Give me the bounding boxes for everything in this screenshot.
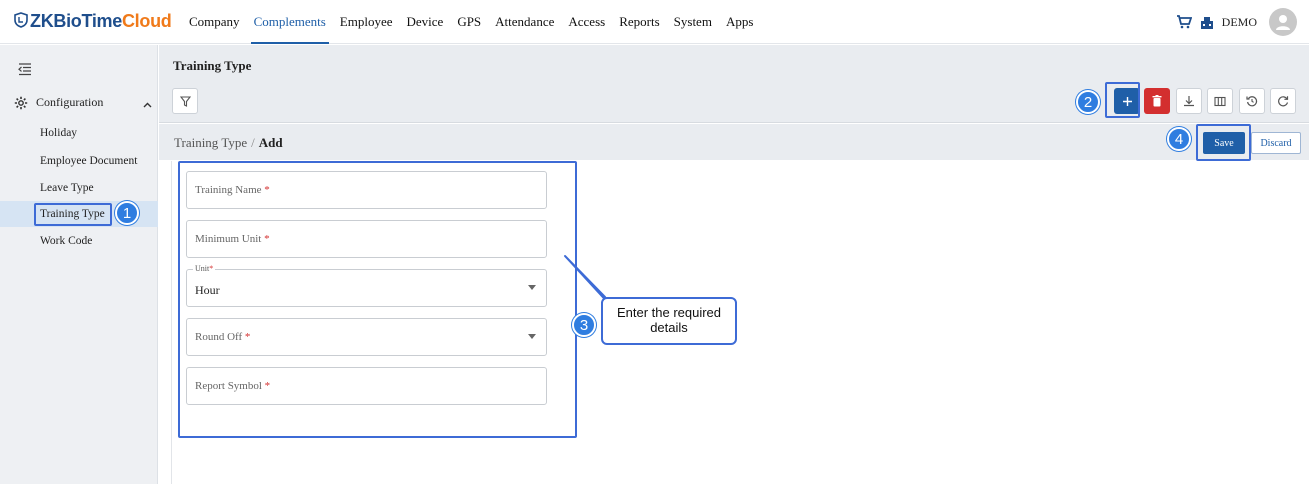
page-title: Training Type [173, 58, 252, 73]
trash-icon [1152, 95, 1162, 107]
history-button[interactable] [1239, 88, 1265, 114]
download-icon [1184, 96, 1194, 107]
gear-icon [14, 96, 28, 110]
nav-device[interactable]: Device [402, 0, 449, 44]
history-icon [1246, 96, 1258, 107]
nav-apps[interactable]: Apps [721, 0, 758, 44]
annotation-step-2: 2 [1076, 90, 1100, 114]
export-button[interactable] [1176, 88, 1202, 114]
collapse-menu-icon[interactable] [18, 63, 32, 80]
sidebar-section-label: Configuration [36, 95, 104, 109]
annotation-highlight-save [1196, 124, 1251, 161]
annotation-step-1: 1 [115, 201, 139, 225]
nav-company[interactable]: Company [184, 0, 245, 44]
refresh-icon [1278, 96, 1289, 107]
nav-attendance[interactable]: Attendance [490, 0, 559, 44]
nav-system[interactable]: System [669, 0, 717, 44]
top-bar: ZKBioTime Cloud Company Complements Emplo… [0, 0, 1309, 44]
tooltip-line-2: details [650, 320, 688, 335]
shield-logo-icon [14, 11, 28, 32]
annotation-highlight-add [1105, 82, 1140, 118]
logo-text: ZKBioTime [30, 11, 122, 31]
breadcrumb: Training Type / Add [174, 135, 283, 151]
breadcrumb-parent[interactable]: Training Type [174, 135, 247, 150]
avatar[interactable] [1269, 8, 1297, 36]
chevron-up-icon [143, 97, 152, 112]
annotation-tooltip: Enter the required details [601, 297, 737, 345]
nav-reports[interactable]: Reports [614, 0, 664, 44]
form-toolbar: Training Type / Add Save Discard [159, 124, 1309, 160]
columns-button[interactable] [1207, 88, 1233, 114]
nav-access[interactable]: Access [563, 0, 610, 44]
nav-gps[interactable]: GPS [452, 0, 486, 44]
annotation-step-4: 4 [1167, 127, 1191, 151]
tooltip-line-1: Enter the required [616, 305, 722, 320]
sidebar-item-work-code[interactable]: Work Code [40, 235, 92, 247]
filter-button[interactable] [172, 88, 198, 114]
annotation-highlight-form [178, 161, 577, 438]
user-name[interactable]: DEMO [1222, 15, 1257, 30]
breadcrumb-separator: / [251, 135, 255, 150]
discard-button[interactable]: Discard [1251, 132, 1301, 154]
annotation-step-3: 3 [572, 313, 596, 337]
sidebar-item-leave-type[interactable]: Leave Type [40, 182, 94, 194]
nav-complements[interactable]: Complements [249, 0, 331, 44]
cart-icon[interactable] [1176, 15, 1192, 29]
sidebar-section-configuration[interactable]: Configuration [14, 95, 154, 110]
filter-icon [179, 95, 191, 107]
main-nav: Company Complements Employee Device GPS … [184, 0, 762, 44]
user-icon [1276, 15, 1290, 30]
columns-icon [1214, 96, 1226, 106]
sidebar: Configuration Holiday Employee Document … [0, 45, 158, 484]
annotation-highlight-training-type [34, 203, 112, 226]
refresh-button[interactable] [1270, 88, 1296, 114]
top-right-area: DEMO [1176, 0, 1297, 44]
sidebar-item-holiday[interactable]: Holiday [40, 127, 77, 139]
app-logo[interactable]: ZKBioTime Cloud [14, 11, 174, 32]
logo-text-cloud: Cloud [121, 11, 172, 31]
nav-employee[interactable]: Employee [335, 0, 398, 44]
delete-button[interactable] [1144, 88, 1170, 114]
sidebar-item-employee-document[interactable]: Employee Document [40, 155, 137, 167]
organization-icon[interactable] [1200, 16, 1214, 29]
breadcrumb-current: Add [258, 135, 283, 150]
